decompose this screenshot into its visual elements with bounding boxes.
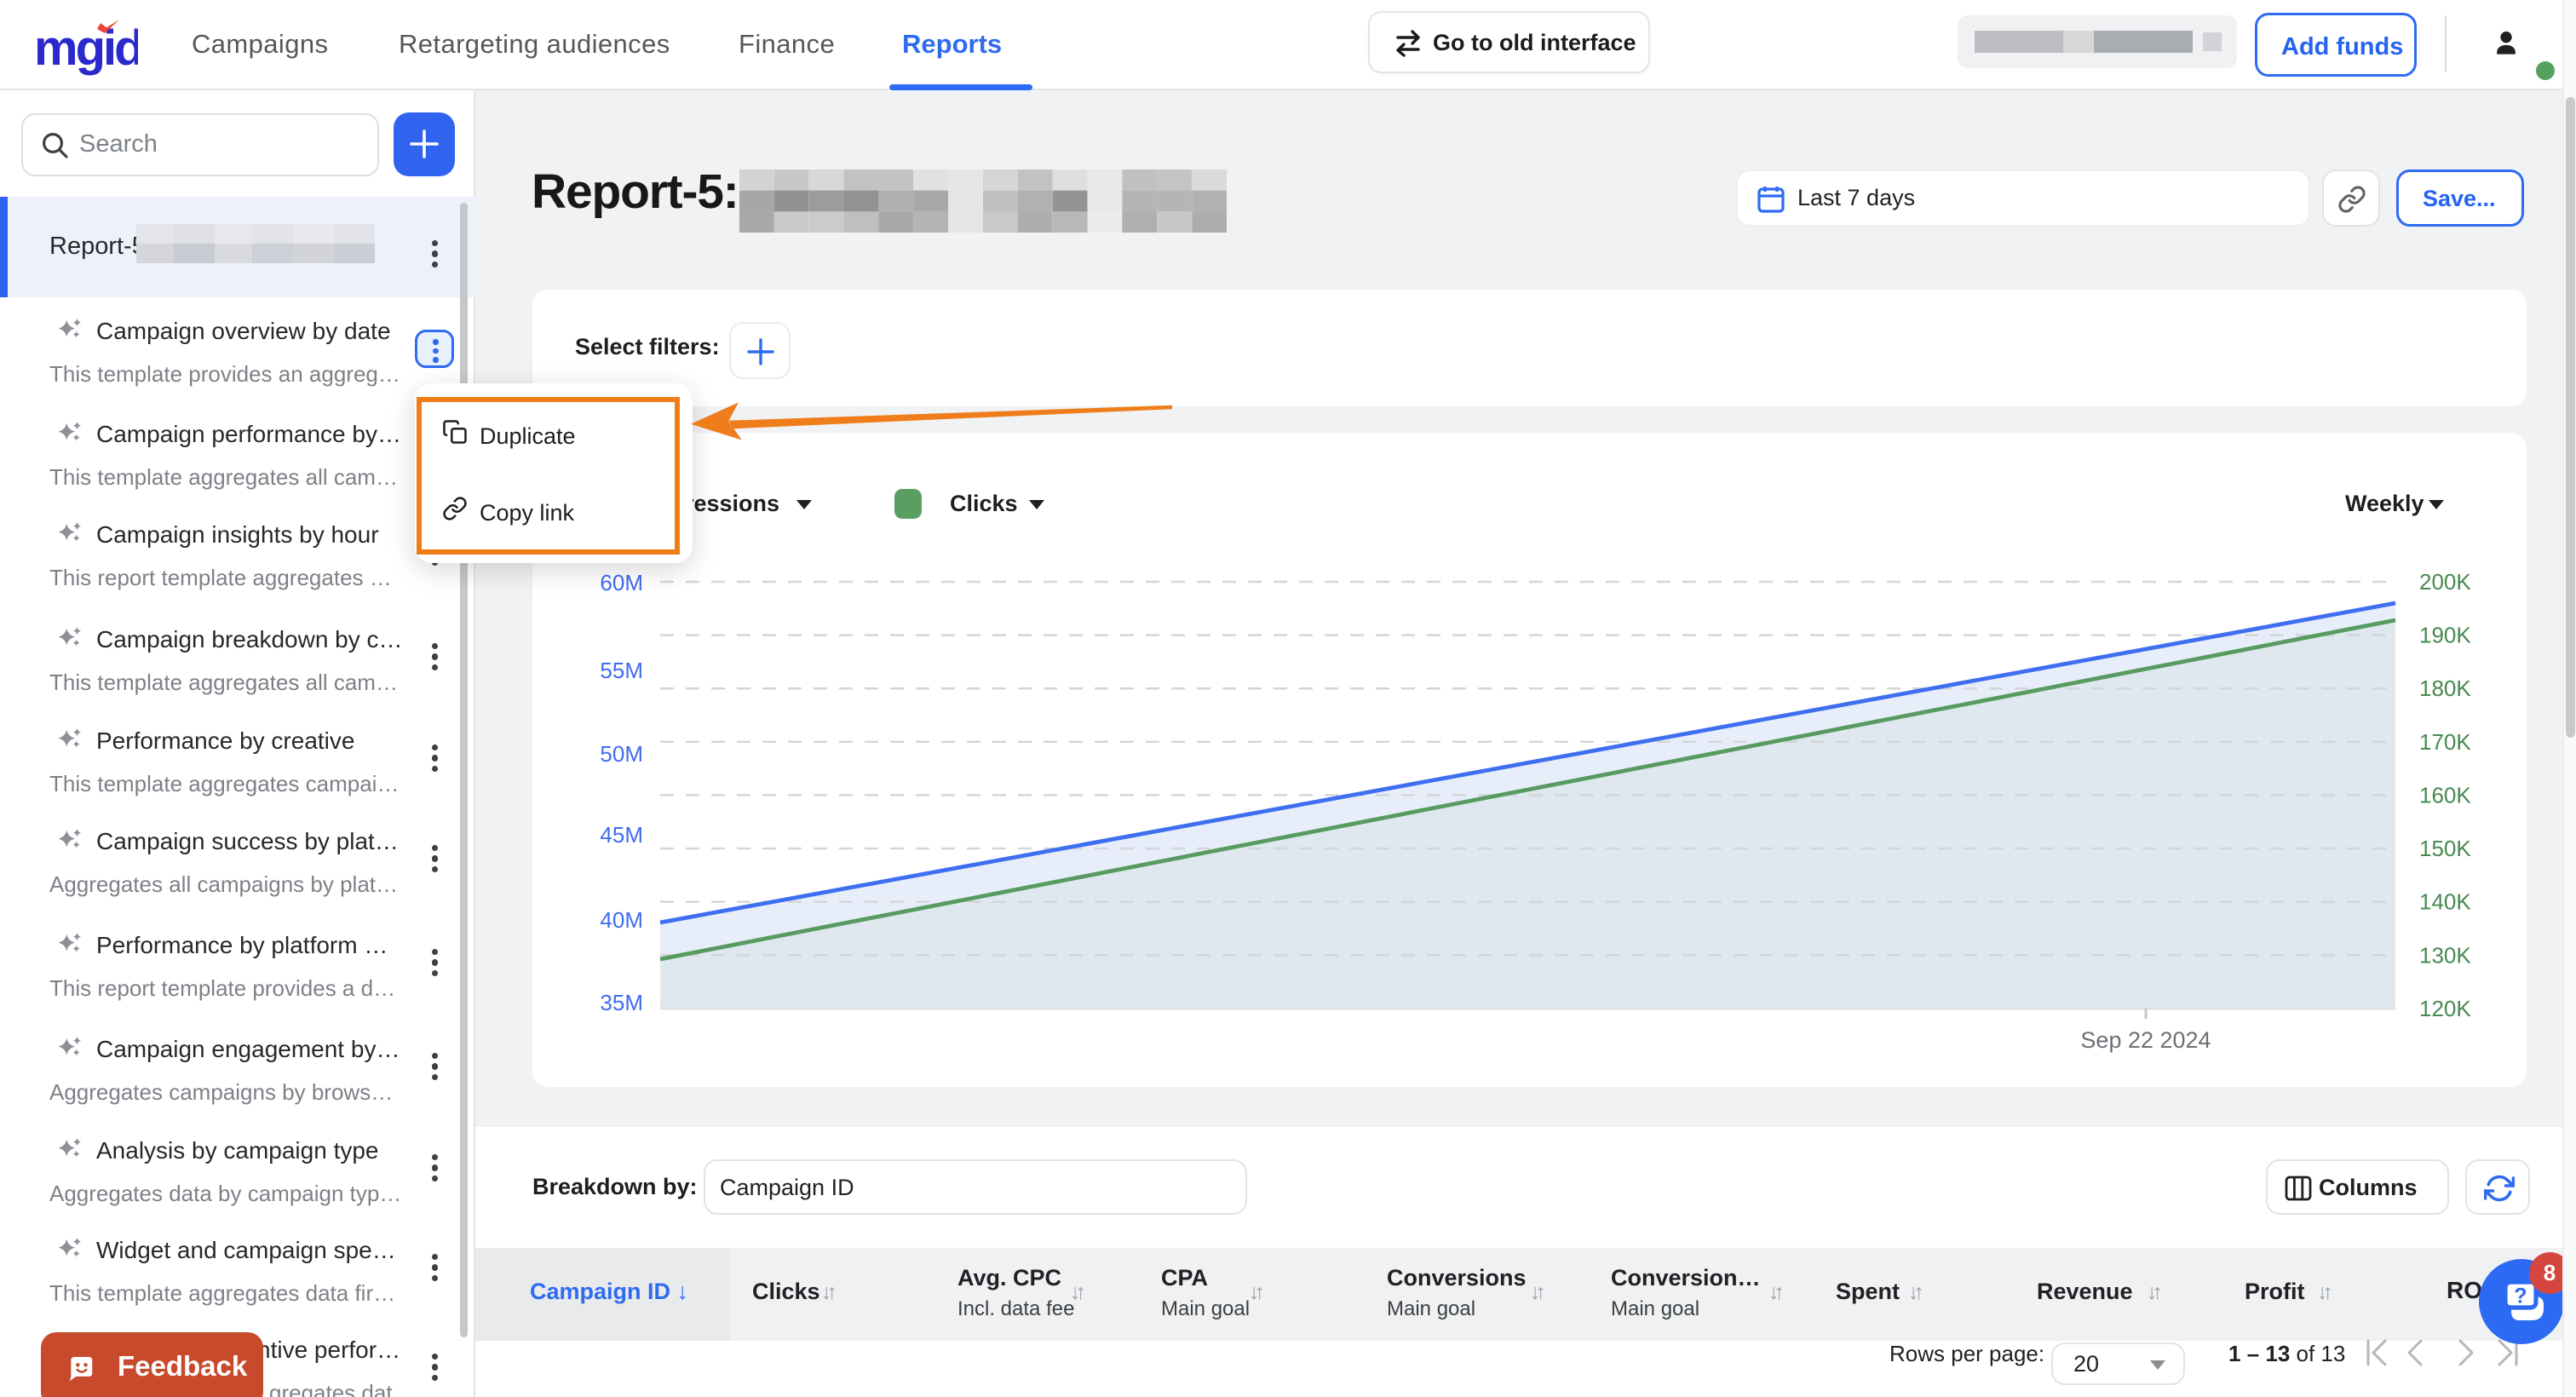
svg-text:150K: 150K bbox=[2419, 836, 2471, 861]
svg-text:120K: 120K bbox=[2419, 996, 2471, 1021]
svg-text:160K: 160K bbox=[2419, 782, 2471, 808]
svg-text:190K: 190K bbox=[2419, 623, 2471, 648]
svg-text:35M: 35M bbox=[600, 990, 643, 1015]
svg-text:50M: 50M bbox=[600, 741, 643, 767]
svg-text:180K: 180K bbox=[2419, 676, 2471, 701]
svg-text:45M: 45M bbox=[600, 822, 643, 848]
svg-text:Sep 22 2024: Sep 22 2024 bbox=[2080, 1027, 2211, 1053]
svg-text:60M: 60M bbox=[600, 570, 643, 595]
svg-text:200K: 200K bbox=[2419, 569, 2471, 595]
svg-text:130K: 130K bbox=[2419, 942, 2471, 968]
svg-text:?: ? bbox=[2514, 1285, 2527, 1308]
svg-text:170K: 170K bbox=[2419, 729, 2471, 755]
svg-text:55M: 55M bbox=[600, 658, 643, 683]
svg-text:mgid: mgid bbox=[36, 20, 138, 76]
svg-text:40M: 40M bbox=[600, 907, 643, 933]
svg-text:140K: 140K bbox=[2419, 889, 2471, 915]
